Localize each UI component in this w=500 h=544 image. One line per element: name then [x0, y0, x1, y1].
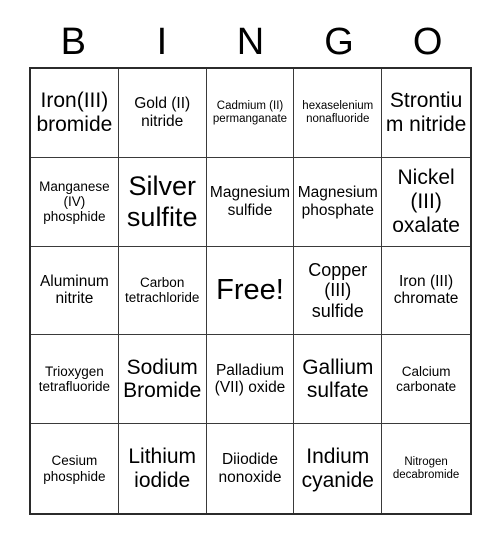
bingo-cell[interactable]: Copper (III) sulfide	[294, 246, 383, 336]
bingo-cell-label: Magnesium sulfide	[209, 184, 291, 219]
bingo-cell[interactable]: Nitrogen decabromide	[382, 424, 470, 513]
bingo-cell[interactable]: Gallium sulfate	[294, 335, 383, 425]
bingo-card: B I N G O Iron(III) bromide Gold (II) nit…	[0, 0, 500, 544]
bingo-cell-label: Iron (III) chromate	[393, 272, 459, 308]
bingo-cell[interactable]: Gold (II) nitride	[118, 69, 207, 158]
bingo-cell-label: Copper (III) sulfide	[308, 260, 368, 321]
bingo-cell-label: Aluminum nitrite	[39, 272, 109, 308]
header-letter-n: N	[236, 21, 265, 63]
bingo-cell[interactable]: hexaselenium nonafluoride	[294, 69, 383, 158]
bingo-cell[interactable]: Carbon tetrachloride	[118, 246, 207, 336]
bingo-grid: Iron(III) bromide Gold (II) nitride Cadmiu…	[29, 67, 472, 515]
bingo-cell[interactable]: Cesium phosphide	[31, 424, 119, 513]
bingo-cell-label: Lithium iodide	[128, 444, 197, 492]
bingo-cell-label: Cesium phosphide	[43, 453, 106, 484]
bingo-cell[interactable]: Cadmium (II) permanganate	[206, 69, 295, 158]
bingo-cell[interactable]: Calcium carbonate	[382, 335, 470, 425]
bingo-cell[interactable]: Diiodide nonoxide	[207, 424, 295, 513]
bingo-cell-label: Palladium (VII) oxide	[214, 361, 286, 397]
bingo-cell[interactable]: Iron (III) chromate	[382, 247, 470, 336]
bingo-cell[interactable]: Indium cyanide	[294, 424, 383, 513]
bingo-cell-label: Manganese (IV) phosphide	[39, 178, 110, 225]
bingo-cell-label: Gallium sulfate	[302, 355, 374, 403]
bingo-cell[interactable]: Magnesium sulfide	[206, 157, 295, 247]
bingo-cell[interactable]: Magnesium phosphate	[294, 157, 383, 247]
bingo-cell-label: Calcium carbonate	[396, 364, 457, 395]
bingo-cell-label: Magnesium phosphate	[297, 184, 378, 219]
bingo-cell-label: Carbon tetrachloride	[125, 275, 200, 306]
bingo-cell-label: Cadmium (II) permanganate	[212, 99, 288, 125]
header-letter-o: O	[412, 21, 443, 63]
bingo-cell[interactable]: Lithium iodide	[119, 424, 207, 513]
bingo-cell-label: Sodium Bromide	[123, 355, 202, 403]
bingo-cell[interactable]: Trioxygen tetrafluoride	[31, 335, 119, 425]
bingo-cell[interactable]: Silver sulfite	[118, 157, 207, 247]
bingo-cell-label: hexaselenium nonafluoride	[302, 99, 374, 125]
bingo-cell[interactable]: Nickel (III) oxalate	[382, 158, 470, 247]
header-letter-b: B	[60, 21, 86, 63]
bingo-cell[interactable]: Manganese (IV) phosphide	[31, 157, 119, 247]
header-letter-i: I	[156, 21, 168, 63]
header-letter-g: G	[324, 21, 354, 63]
bingo-cell-label: Nitrogen decabromide	[392, 455, 460, 481]
bingo-cell[interactable]: Iron(III) bromide	[31, 69, 119, 158]
bingo-header: B I N G O	[29, 18, 472, 66]
bingo-cell-label: Iron(III) bromide	[36, 89, 113, 136]
bingo-cell-label: Trioxygen tetrafluoride	[38, 364, 111, 395]
bingo-cell[interactable]: Aluminum nitrite	[31, 246, 119, 336]
bingo-cell-label: Diiodide nonoxide	[218, 451, 282, 486]
bingo-cell-label: Silver sulfite	[126, 171, 198, 232]
bingo-free-space[interactable]: Free!	[206, 246, 295, 336]
bingo-cell-label: Strontium nitride	[385, 89, 467, 136]
bingo-cell[interactable]: Strontium nitride	[382, 69, 470, 158]
bingo-cell[interactable]: Sodium Bromide	[118, 335, 207, 425]
bingo-cell-label: Nickel (III) oxalate	[392, 166, 460, 237]
bingo-cell-label: Indium cyanide	[301, 444, 374, 492]
bingo-cell-label: Free!	[216, 274, 284, 307]
bingo-cell-label: Gold (II) nitride	[134, 95, 191, 130]
bingo-cell[interactable]: Palladium (VII) oxide	[206, 335, 295, 425]
